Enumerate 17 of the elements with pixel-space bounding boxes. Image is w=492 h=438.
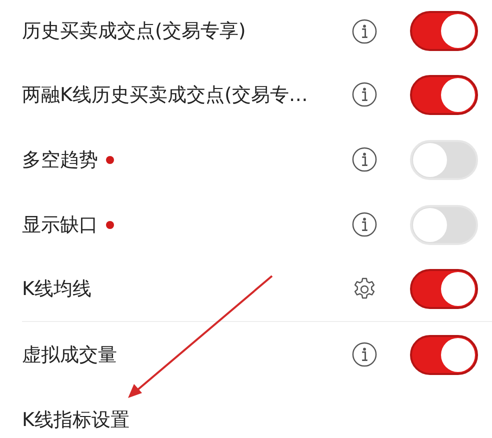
setting-link[interactable]: K线指标设置 [22,406,130,432]
toggle-switch[interactable] [410,269,478,309]
setting-label: 虚拟成交量 [22,342,117,368]
info-icon[interactable] [352,342,377,367]
setting-label: 显示缺口 [22,212,98,238]
info-icon[interactable] [352,18,377,44]
setting-label: 两融K线历史买卖成交点(交易专… [22,82,308,108]
info-icon[interactable] [352,147,377,172]
settings-icon[interactable] [352,276,377,302]
setting-label: 多空趋势 [22,148,98,172]
info-icon[interactable] [352,82,377,107]
setting-label: 历史买卖成交点(交易专享) [22,19,246,44]
info-icon[interactable] [352,212,377,237]
toggle-switch[interactable] [410,74,478,114]
toggle-switch[interactable] [410,334,478,374]
toggle-switch[interactable] [410,11,478,51]
setting-label: K线均线 [22,277,92,302]
